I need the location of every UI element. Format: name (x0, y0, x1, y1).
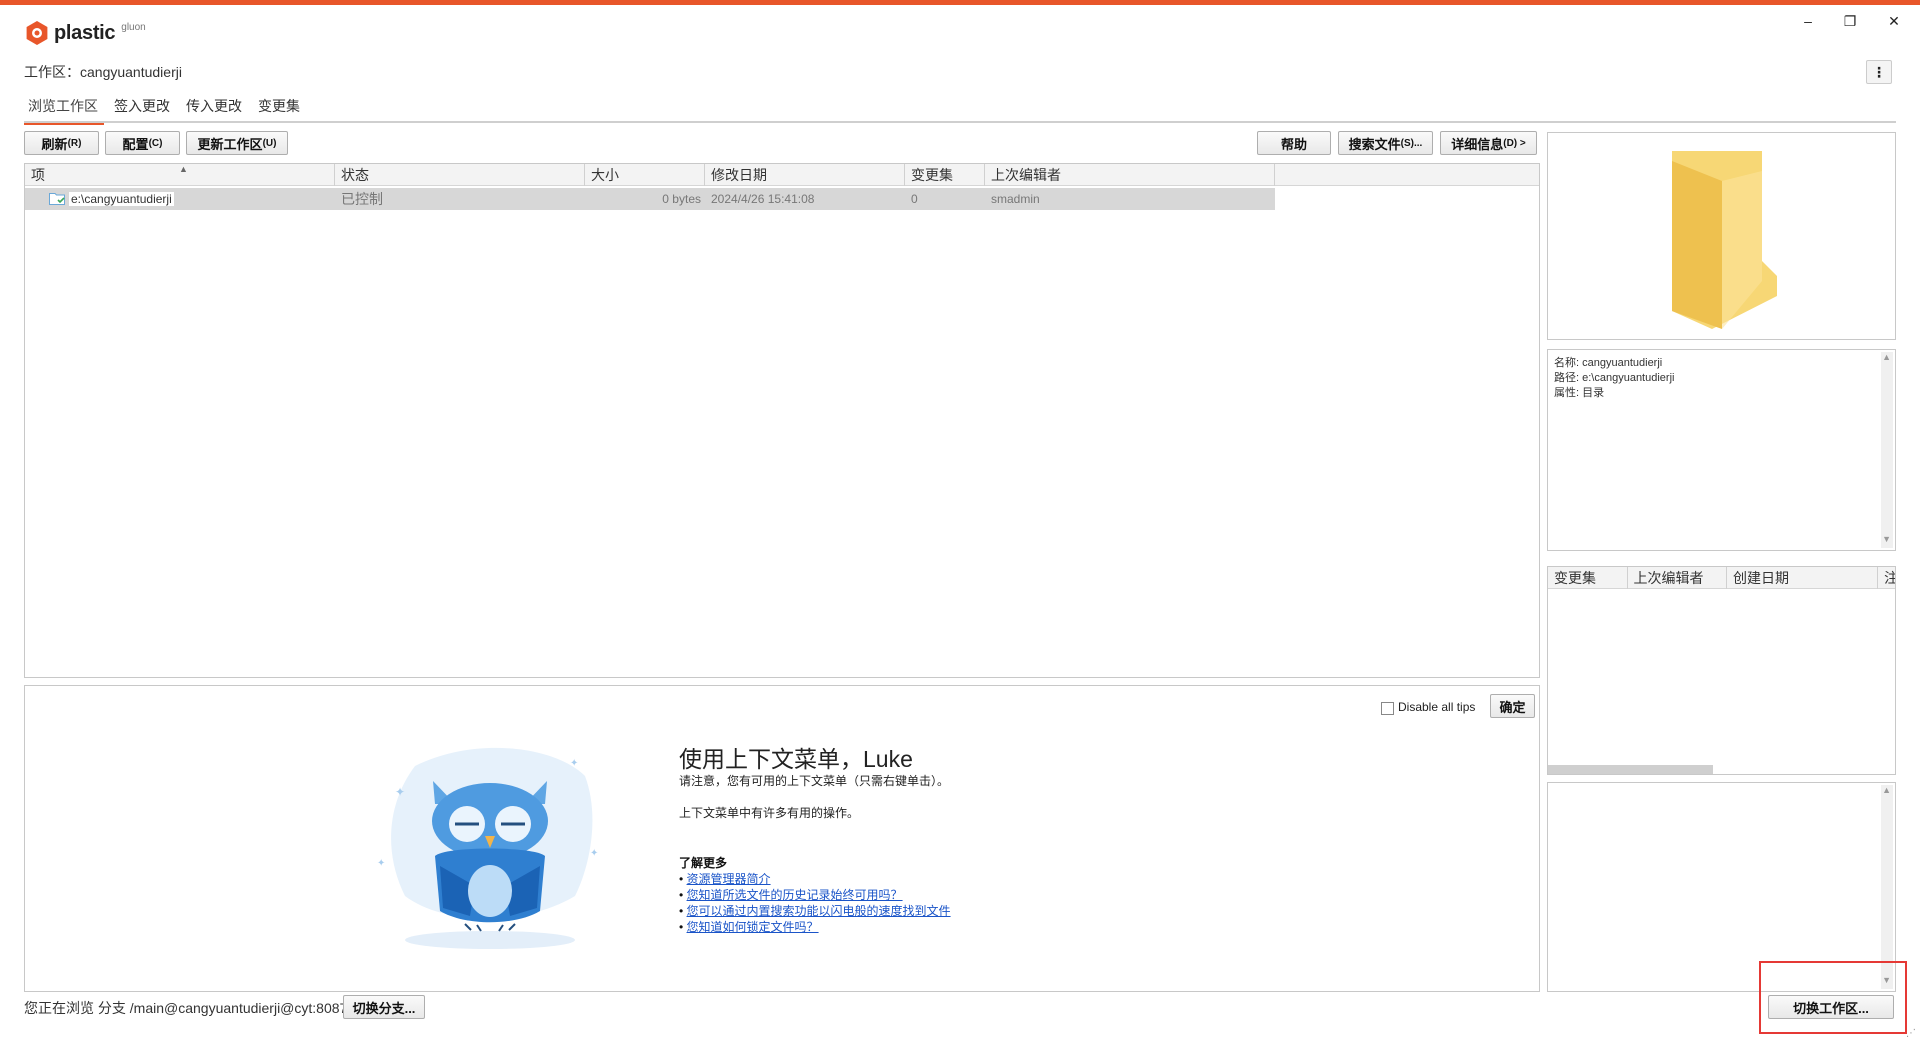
app-logo: plastic gluon (24, 20, 146, 46)
resize-grip-icon[interactable]: ⋰ (1906, 1028, 1916, 1039)
tip-title: 使用上下文菜单，Luke (679, 746, 913, 772)
learn-more-heading: 了解更多 (679, 856, 728, 870)
tip-line-1: 请注意，您有可用的上下文菜单（只需右键单击）。 (679, 774, 950, 788)
sparkle-icon: ✦ (590, 848, 598, 859)
link-explorer-intro[interactable]: 资源管理器简介 (687, 872, 771, 886)
scroll-up-icon[interactable]: ▲ (1882, 785, 1891, 795)
refresh-button[interactable]: 刷新 (R) (24, 131, 99, 155)
cell-modified: 2024/4/26 15:41:08 (711, 192, 815, 206)
history-header: 变更集 上次编辑者 创建日期 注 (1548, 567, 1895, 589)
scroll-down-icon[interactable]: ▼ (1882, 534, 1891, 544)
sparkle-icon: ✦ (377, 858, 385, 869)
cell-last-editor: smadmin (991, 192, 1040, 206)
tip-ok-button[interactable]: 确定 (1490, 694, 1535, 718)
list-item: • 您知道所选文件的历史记录始终可用吗？ (679, 888, 903, 902)
list-item: • 您可以通过内置搜索功能以闪电般的速度找到文件 (679, 904, 951, 918)
switch-branch-button[interactable]: 切换分支... (343, 995, 425, 1019)
history-panel: 变更集 上次编辑者 创建日期 注 (1547, 566, 1896, 775)
minimize-button[interactable]: – (1788, 10, 1828, 32)
more-options-button[interactable]: ⋮ (1866, 60, 1892, 84)
details-panel: 名称: cangyuantudierji 路径: e:\cangyuantudi… (1547, 349, 1896, 551)
column-status[interactable]: 状态 (335, 164, 585, 186)
cell-changeset: 0 (911, 192, 918, 206)
close-button[interactable]: ✕ (1874, 10, 1914, 32)
logo-text: plastic (54, 21, 116, 44)
sparkle-icon: ✦ (395, 785, 405, 799)
controlled-folder-icon (49, 193, 65, 205)
column-changeset[interactable]: 变更集 (905, 164, 985, 186)
restore-button[interactable]: ❐ (1830, 10, 1870, 32)
sparkle-icon: ✦ (570, 758, 578, 769)
tip-line-2: 上下文菜单中有许多有用的操作。 (679, 806, 860, 820)
owl-mascot-illustration: ✦ ✦ ✦ ✦ (377, 747, 598, 949)
detail-attributes: 属性: 目录 (1554, 387, 1605, 399)
link-builtin-search[interactable]: 您可以通过内置搜索功能以闪电般的速度找到文件 (687, 904, 951, 918)
branch-status: 您正在浏览 分支 /main@cangyuantudierji@cyt:8087 (24, 1000, 348, 1016)
workspace-name: cangyuantudierji (80, 64, 182, 80)
disable-tips-checkbox[interactable] (1381, 702, 1394, 715)
history-hscrollbar[interactable] (1548, 765, 1713, 774)
tab-divider (24, 121, 1896, 123)
comments-scrollbar[interactable] (1881, 785, 1893, 989)
table-row[interactable]: e:\cangyuantudierji 已控制 0 bytes 2024/4/2… (25, 188, 1275, 210)
cell-item: e:\cangyuantudierji (25, 188, 335, 210)
column-size[interactable]: 大小 (585, 164, 705, 186)
plastic-logo-icon (26, 21, 48, 45)
detail-name: 名称: cangyuantudierji (1554, 357, 1663, 369)
link-lock-files[interactable]: 您知道如何锁定文件吗？ (687, 920, 819, 934)
sort-ascending-icon: ▲ (179, 164, 188, 174)
details-scrollbar[interactable] (1881, 352, 1893, 548)
column-created[interactable]: 创建日期 (1727, 567, 1879, 589)
column-last-editor[interactable]: 上次编辑者 (1628, 567, 1727, 589)
details-button[interactable]: 详细信息 (D) > (1440, 131, 1537, 155)
workspace-info: 工作区：cangyuantudierji (24, 62, 182, 82)
column-changeset[interactable]: 变更集 (1548, 567, 1628, 589)
cell-status: 已控制 (341, 191, 383, 207)
highlight-box (1759, 961, 1907, 1034)
workspace-label: 工作区： (24, 64, 80, 80)
column-modified[interactable]: 修改日期 (705, 164, 905, 186)
owl-figure (432, 781, 548, 932)
column-last-editor[interactable]: 上次编辑者 (985, 164, 1275, 186)
search-files-button[interactable]: 搜索文件 (S)... (1338, 131, 1433, 155)
scroll-up-icon[interactable]: ▲ (1882, 352, 1891, 362)
preview-panel (1547, 132, 1896, 340)
link-history-available[interactable]: 您知道所选文件的历史记录始终可用吗？ (687, 888, 903, 902)
tip-panel: Disable all tips 确定 ✦ ✦ ✦ ✦ 使用上下文菜单，Luke… (24, 685, 1540, 992)
workspace-explorer-grid: 项 状态 大小 修改日期 变更集 上次编辑者 ▲ e:\cangyuantudi… (24, 163, 1540, 678)
column-comment[interactable]: 注 (1878, 567, 1895, 589)
help-button[interactable]: 帮助 (1257, 131, 1331, 155)
cell-size: 0 bytes (662, 192, 701, 206)
update-workspace-button[interactable]: 更新工作区 (U) (186, 131, 288, 155)
folder-icon (1672, 151, 1777, 329)
list-item: • 您知道如何锁定文件吗？ (679, 920, 819, 934)
detail-path: 路径: e:\cangyuantudierji (1554, 372, 1675, 384)
grid-header: 项 状态 大小 修改日期 变更集 上次编辑者 (25, 164, 1539, 186)
disable-tips-label[interactable]: Disable all tips (1398, 700, 1475, 714)
list-item: • 资源管理器简介 (679, 872, 771, 886)
logo-edition: gluon (121, 21, 146, 33)
config-button[interactable]: 配置 (C) (105, 131, 180, 155)
top-accent-bar (0, 0, 1920, 5)
